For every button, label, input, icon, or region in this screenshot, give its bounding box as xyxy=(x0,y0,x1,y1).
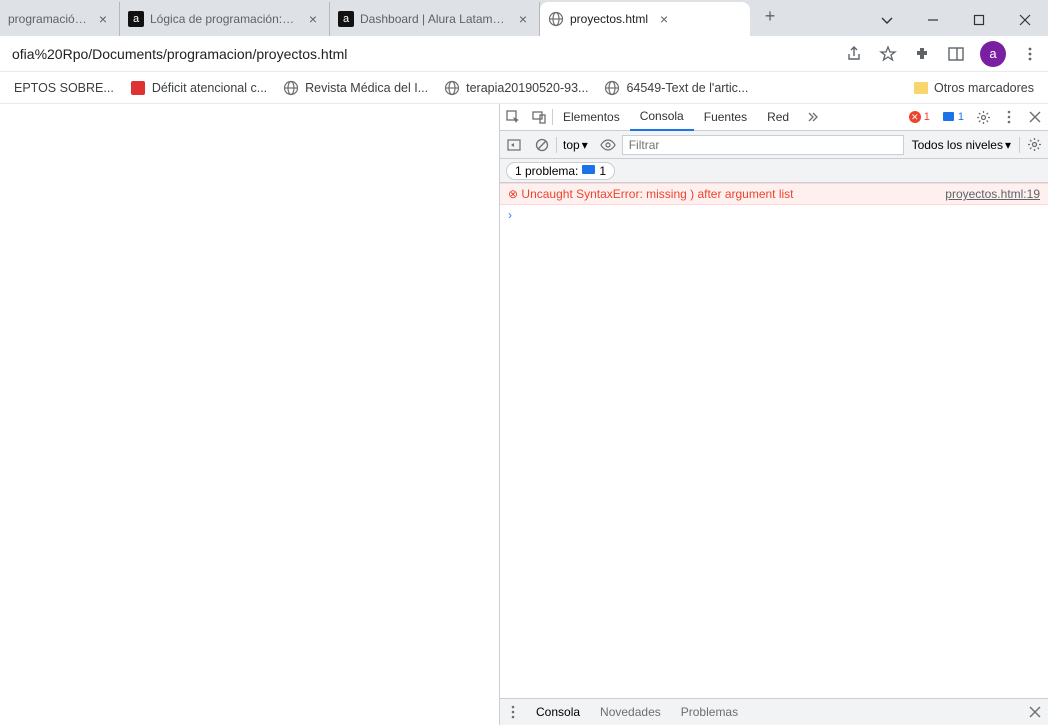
profile-avatar[interactable]: a xyxy=(980,41,1006,67)
filter-input[interactable] xyxy=(622,135,904,155)
tab-title: Dashboard | Alura Latam - C xyxy=(360,12,507,26)
caret-down-icon: ▾ xyxy=(1005,138,1011,152)
alura-icon: a xyxy=(338,11,354,27)
close-icon[interactable]: × xyxy=(95,11,111,27)
bookmark-label: EPTOS SOBRE... xyxy=(14,81,114,95)
issues-count-badge[interactable]: 1 xyxy=(936,111,970,124)
chevron-down-icon[interactable] xyxy=(864,4,910,36)
inspect-icon[interactable] xyxy=(500,104,526,131)
bookmarks-bar: EPTOS SOBRE... Déficit atencional c... R… xyxy=(0,72,1048,104)
bookmark-label: Déficit atencional c... xyxy=(152,81,267,95)
close-icon[interactable]: × xyxy=(656,11,672,27)
tab-strip: programación: Pri × a Lógica de programa… xyxy=(0,2,864,36)
bookmark-label: 64549-Text de l'artic... xyxy=(626,81,748,95)
close-drawer-icon[interactable] xyxy=(1022,706,1048,718)
device-icon[interactable] xyxy=(526,104,552,131)
issues-bar: 1 problema: 1 xyxy=(500,159,1048,183)
drawer-tab-whatsnew[interactable]: Novedades xyxy=(590,705,671,719)
tab-elements[interactable]: Elementos xyxy=(553,104,630,131)
caret-down-icon: ▾ xyxy=(582,138,588,152)
other-bookmarks-label: Otros marcadores xyxy=(934,81,1034,95)
kebab-icon[interactable] xyxy=(500,705,526,719)
error-icon: ✕ xyxy=(909,111,921,123)
address-bar: ofia%20Rpo/Documents/programacion/proyec… xyxy=(0,36,1048,72)
share-icon[interactable] xyxy=(844,44,864,64)
console-toolbar: top ▾ Todos los niveles ▾ xyxy=(500,131,1048,159)
console-prompt[interactable]: › xyxy=(500,205,1048,225)
message-icon xyxy=(582,165,595,176)
url-text[interactable]: ofia%20Rpo/Documents/programacion/proyec… xyxy=(8,46,836,62)
sidebar-toggle-icon[interactable] xyxy=(500,131,528,159)
globe-icon xyxy=(604,80,620,96)
bookmark-item[interactable]: terapia20190520-93... xyxy=(436,74,596,102)
tab-title: Lógica de programación: Pri xyxy=(150,12,297,26)
bookmark-item[interactable]: Déficit atencional c... xyxy=(122,74,275,102)
bookmark-label: terapia20190520-93... xyxy=(466,81,588,95)
console-output: ⊗ Uncaught SyntaxError: missing ) after … xyxy=(500,183,1048,698)
site-icon xyxy=(130,80,146,96)
globe-icon xyxy=(548,11,564,27)
window-controls xyxy=(864,4,1048,36)
drawer-tab-issues[interactable]: Problemas xyxy=(671,705,748,719)
browser-titlebar: programación: Pri × a Lógica de programa… xyxy=(0,0,1048,36)
globe-icon xyxy=(283,80,299,96)
close-window-button[interactable] xyxy=(1002,4,1048,36)
alura-icon: a xyxy=(128,11,144,27)
extensions-icon[interactable] xyxy=(912,44,932,64)
star-icon[interactable] xyxy=(878,44,898,64)
issues-label: 1 problema: xyxy=(515,164,578,178)
more-tabs-icon[interactable] xyxy=(799,104,825,131)
page-viewport xyxy=(0,104,499,725)
bookmark-item[interactable]: EPTOS SOBRE... xyxy=(6,74,122,102)
tab-sources[interactable]: Fuentes xyxy=(694,104,757,131)
minimize-button[interactable] xyxy=(910,4,956,36)
devtools-tabstrip: Elementos Consola Fuentes Red ✕1 1 xyxy=(500,104,1048,131)
new-tab-button[interactable]: + xyxy=(756,2,784,30)
gear-icon[interactable] xyxy=(1020,131,1048,159)
sidepanel-icon[interactable] xyxy=(946,44,966,64)
error-source-link[interactable]: proyectos.html:19 xyxy=(945,187,1040,201)
error-count-badge[interactable]: ✕1 xyxy=(903,111,936,123)
context-selector[interactable]: top ▾ xyxy=(557,138,594,152)
tab-title: programación: Pri xyxy=(8,12,87,26)
globe-icon xyxy=(444,80,460,96)
issues-chip[interactable]: 1 problema: 1 xyxy=(506,162,615,180)
tab-2[interactable]: a Dashboard | Alura Latam - C × xyxy=(330,2,540,36)
log-levels-selector[interactable]: Todos los niveles ▾ xyxy=(904,138,1019,152)
maximize-button[interactable] xyxy=(956,4,1002,36)
error-x-icon: ⊗ xyxy=(508,187,518,201)
gear-icon[interactable] xyxy=(970,104,996,131)
console-error-row[interactable]: ⊗ Uncaught SyntaxError: missing ) after … xyxy=(500,183,1048,205)
close-devtools-icon[interactable] xyxy=(1022,104,1048,131)
tab-console[interactable]: Consola xyxy=(630,104,694,131)
address-actions: a xyxy=(844,41,1040,67)
tab-network[interactable]: Red xyxy=(757,104,799,131)
kebab-icon[interactable] xyxy=(996,104,1022,131)
tab-1[interactable]: a Lógica de programación: Pri × xyxy=(120,2,330,36)
content-area: Elementos Consola Fuentes Red ✕1 1 top ▾… xyxy=(0,104,1048,725)
bookmark-label: Revista Médica del I... xyxy=(305,81,428,95)
tab-0[interactable]: programación: Pri × xyxy=(0,2,120,36)
error-message: ⊗ Uncaught SyntaxError: missing ) after … xyxy=(508,187,794,201)
clear-console-icon[interactable] xyxy=(528,131,556,159)
menu-icon[interactable] xyxy=(1020,44,1040,64)
issues-count: 1 xyxy=(599,164,606,178)
close-icon[interactable]: × xyxy=(515,11,531,27)
close-icon[interactable]: × xyxy=(305,11,321,27)
eye-icon[interactable] xyxy=(594,131,622,159)
drawer-tab-console[interactable]: Consola xyxy=(526,705,590,719)
other-bookmarks[interactable]: Otros marcadores xyxy=(906,81,1042,95)
bookmark-item[interactable]: 64549-Text de l'artic... xyxy=(596,74,756,102)
tab-3[interactable]: proyectos.html × xyxy=(540,2,750,36)
bookmark-item[interactable]: Revista Médica del I... xyxy=(275,74,436,102)
devtools-drawer: Consola Novedades Problemas xyxy=(500,698,1048,725)
tab-title: proyectos.html xyxy=(570,12,648,26)
folder-icon xyxy=(914,82,928,94)
devtools-panel: Elementos Consola Fuentes Red ✕1 1 top ▾… xyxy=(499,104,1048,725)
